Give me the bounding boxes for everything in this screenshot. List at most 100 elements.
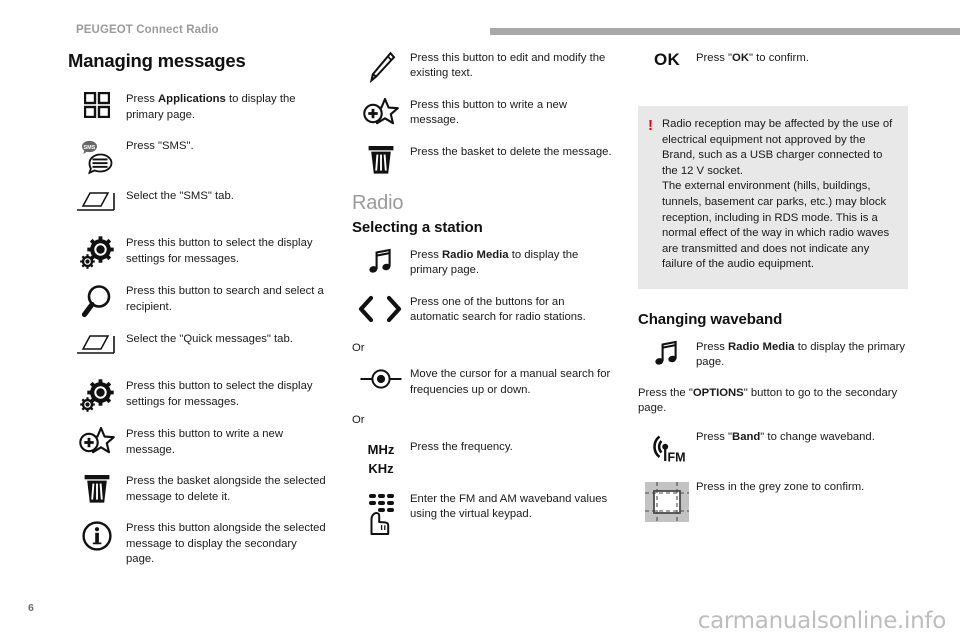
grey-zone-icon[interactable] <box>638 479 696 524</box>
or-label-1: Or <box>352 342 365 354</box>
instruction-text: Enter the FM and AM waveband values usin… <box>410 492 608 521</box>
instruction-text: Press this button to write a new message… <box>126 428 283 456</box>
settings-gears-icon[interactable] <box>68 235 126 270</box>
instruction-text: Press Radio Media to display the primary… <box>696 340 906 369</box>
warning-box: ! Radio reception may be affected by the… <box>638 106 908 289</box>
instruction-row: Press in the grey zone to confirm. <box>638 479 908 524</box>
instruction-text: Press the basket alongside the selected … <box>126 475 326 503</box>
instruction-row: Press this button to select the display … <box>68 235 326 270</box>
instruction-text: Press this button to search and select a… <box>126 285 324 313</box>
column-two-top-rows: Press this button to edit and modify the… <box>352 50 614 178</box>
instruction-row: MHz KHz Press the frequency. <box>352 439 614 478</box>
or-label-2: Or <box>352 414 365 427</box>
instruction-text: Press this button to edit and modify the… <box>410 52 606 80</box>
instruction-row: Press this button to search and select a… <box>68 283 326 318</box>
radio-rows: Press Radio Media to display the primary… <box>352 247 614 328</box>
radio-heading: Radio <box>352 192 404 214</box>
page-header-title: PEUGEOT Connect Radio <box>76 24 219 36</box>
column-three: OK Press "OK" to confirm. ! Radio recepti… <box>638 50 908 537</box>
instruction-text: Press Applications to display the primar… <box>126 93 296 121</box>
khz-label: KHz <box>368 460 394 476</box>
instruction-row: Press this button to edit and modify the… <box>352 50 614 84</box>
settings-gears-icon[interactable] <box>68 378 126 413</box>
instruction-row: SMS Press "SMS". <box>68 138 326 175</box>
selecting-station-heading: Selecting a station <box>352 219 483 236</box>
page-title: Managing messages <box>68 50 246 71</box>
pencil-edit-icon[interactable] <box>352 50 410 84</box>
instruction-row: Press this button to write a new message… <box>352 97 614 131</box>
manual-search-row: Move the cursor for a manual search for … <box>352 366 614 400</box>
options-paragraph: Press the "OPTIONS" button to go to the … <box>638 386 898 415</box>
keypad-row: Enter the FM and AM waveband values usin… <box>352 491 614 536</box>
instruction-text: Press Radio Media to display the primary… <box>410 249 579 277</box>
instruction-text: Press "OK" to confirm. <box>696 52 809 64</box>
header-accent-bar <box>490 28 960 35</box>
waveband-rows-top: Press Radio Media to display the primary… <box>638 339 908 373</box>
instruction-text: Press this button to write a new message… <box>410 99 567 127</box>
trash-basket-icon[interactable] <box>68 473 126 507</box>
instruction-text: Select the "SMS" tab. <box>126 190 234 203</box>
rotary-knob-icon[interactable] <box>352 366 410 400</box>
instruction-text: Press the basket to delete the message. <box>410 146 612 158</box>
column-one: Managing messages Press Applications to … <box>68 50 326 580</box>
ok-glyph[interactable]: OK <box>638 50 696 84</box>
instruction-row: FM Press "Band" to change waveband. <box>638 429 908 466</box>
ok-label: OK <box>653 50 681 69</box>
instruction-text: Press this button to select the display … <box>126 380 313 408</box>
manual-page: PEUGEOT Connect Radio Managing messages … <box>0 0 960 640</box>
frequency-row: MHz KHz Press the frequency. <box>352 439 614 478</box>
warning-paragraph: The external environment (hills, buildin… <box>662 180 890 271</box>
trash-basket-icon[interactable] <box>352 144 410 178</box>
ok-row: OK Press "OK" to confirm. <box>638 50 908 84</box>
mhz-khz-glyph[interactable]: MHz KHz <box>352 439 410 478</box>
instruction-text: Press in the grey zone to confirm. <box>696 480 865 493</box>
instruction-row: Press Radio Media to display the primary… <box>638 339 908 373</box>
music-note-icon[interactable] <box>352 247 410 281</box>
warning-text: Radio reception may be affected by the u… <box>662 117 896 273</box>
instruction-text: Press this button to select the display … <box>126 237 313 265</box>
instruction-text: Select the "Quick messages" tab. <box>126 333 293 346</box>
magnifier-search-icon[interactable] <box>68 283 126 318</box>
fm-antenna-icon[interactable]: FM <box>638 429 696 466</box>
instruction-row: Select the "Quick messages" tab. <box>68 331 326 365</box>
instruction-text: Press one of the buttons for an automati… <box>410 296 586 324</box>
info-circle-icon[interactable] <box>68 520 126 554</box>
instruction-row: Press the basket to delete the message. <box>352 144 614 178</box>
warning-paragraph: Radio reception may be affected by the u… <box>662 118 893 177</box>
column-two: Press this button to edit and modify the… <box>352 50 614 549</box>
instruction-row: Press this button to select the display … <box>68 378 326 413</box>
svg-text:SMS: SMS <box>84 145 96 151</box>
mhz-label: MHz <box>367 441 395 457</box>
instruction-text: Press "Band" to change waveband. <box>696 430 875 443</box>
new-message-star-icon[interactable] <box>68 426 126 460</box>
tab-select-icon[interactable] <box>68 331 126 365</box>
instruction-text: Press the frequency. <box>410 440 513 453</box>
new-message-star-icon[interactable] <box>352 97 410 131</box>
sms-bubble-icon[interactable]: SMS <box>68 138 126 175</box>
music-note-icon[interactable] <box>638 339 696 373</box>
instruction-row: Press this button alongside the selected… <box>68 520 326 567</box>
watermark: carmanualsonline.info <box>697 608 947 634</box>
tab-select-icon[interactable] <box>68 188 126 222</box>
instruction-row: Move the cursor for a manual search for … <box>352 366 614 400</box>
warning-exclamation-icon: ! <box>648 117 653 134</box>
instruction-row: Press one of the buttons for an automati… <box>352 294 614 328</box>
column-one-rows: Press Applications to display the primar… <box>68 91 326 567</box>
instruction-row: Select the "SMS" tab. <box>68 188 326 222</box>
instruction-row: Enter the FM and AM waveband values usin… <box>352 491 614 536</box>
frequency-unit-label: MHz KHz <box>368 440 395 478</box>
svg-text:FM: FM <box>668 450 686 464</box>
prev-next-arrows-icon[interactable] <box>352 294 410 328</box>
instruction-row: Press this button to write a new message… <box>68 426 326 460</box>
virtual-keypad-icon[interactable] <box>352 491 410 536</box>
instruction-row: Press the basket alongside the selected … <box>68 473 326 507</box>
applications-grid-icon[interactable] <box>68 91 126 125</box>
changing-waveband-heading: Changing waveband <box>638 310 783 328</box>
instruction-text: Press this button alongside the selected… <box>126 522 326 566</box>
instruction-text: Press "SMS". <box>126 140 194 153</box>
instruction-row: OK Press "OK" to confirm. <box>638 50 908 84</box>
instruction-row: Press Radio Media to display the primary… <box>352 247 614 281</box>
waveband-rows-tail: FM Press "Band" to change waveband. Pres… <box>638 429 908 524</box>
instruction-text: Move the cursor for a manual search for … <box>410 368 611 396</box>
page-number: 6 <box>28 602 34 614</box>
